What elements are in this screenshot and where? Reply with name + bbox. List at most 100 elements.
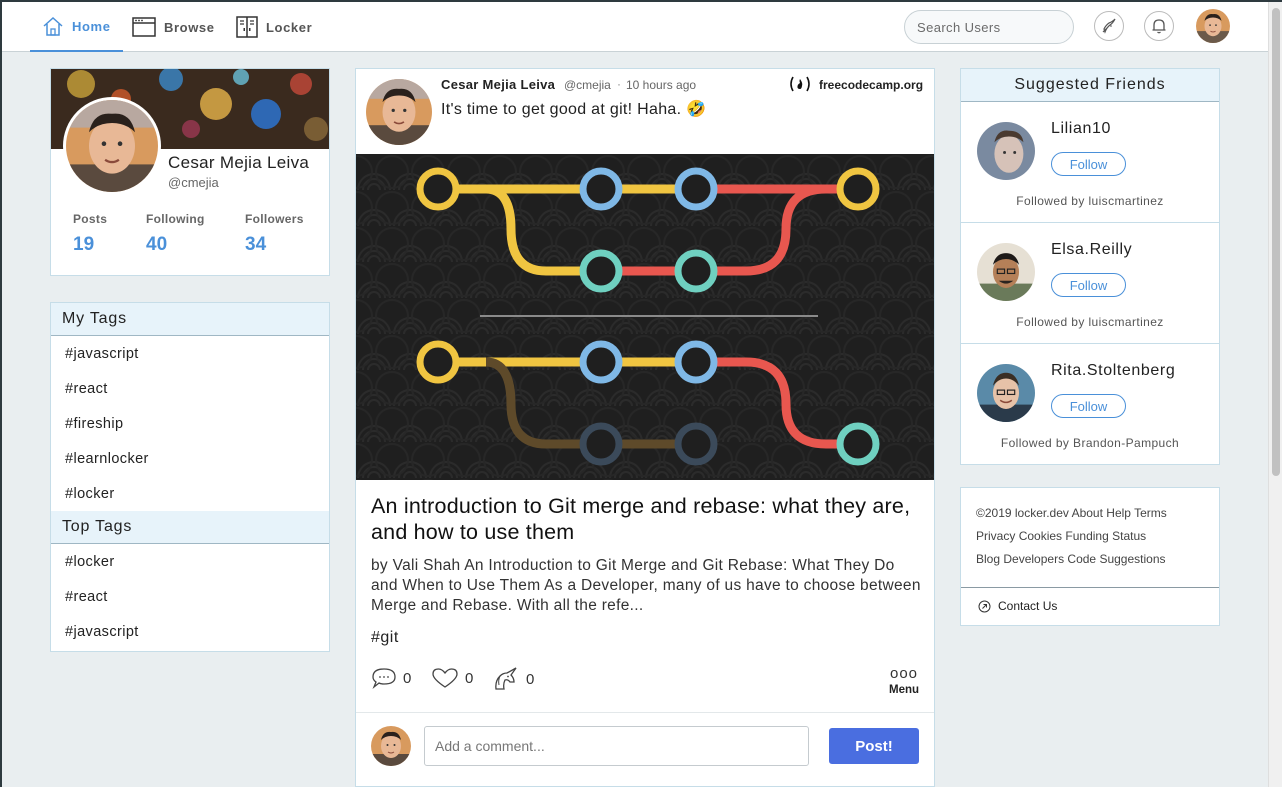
post-meta-separator: ·	[617, 77, 621, 91]
followed-by-text: Followed by luiscmartinez	[1016, 315, 1164, 329]
suggested-friends-card: Suggested Friends Lilian10 Follow Follow…	[960, 68, 1220, 465]
friend-avatar[interactable]	[977, 364, 1035, 422]
friend-avatar-image	[977, 122, 1035, 180]
home-icon	[43, 16, 63, 36]
footer-link-about[interactable]: About	[1072, 506, 1103, 520]
tags-card: My Tags #javascript #react #fireship #le…	[50, 302, 330, 652]
friend-avatar[interactable]	[977, 243, 1035, 301]
footer-link-suggestions[interactable]: Suggestions	[1099, 552, 1165, 566]
my-tag-item[interactable]: #javascript	[51, 336, 329, 371]
locker-icon	[236, 16, 258, 38]
footer-link-help[interactable]: Help	[1106, 506, 1131, 520]
profile-card: Cesar Mejia Leiva @cmejia Posts Followin…	[50, 68, 330, 276]
post-comment-button[interactable]: Post!	[829, 728, 919, 764]
freecodecamp-icon	[790, 76, 810, 92]
stat-following-value[interactable]: 40	[146, 234, 167, 256]
bell-icon	[1152, 19, 1166, 34]
stat-following-label: Following	[146, 212, 205, 226]
commenter-avatar-image	[371, 726, 411, 766]
post-author-name[interactable]: Cesar Mejia Leiva	[441, 77, 555, 92]
nav-locker-label: Locker	[266, 19, 313, 35]
profile-avatar[interactable]	[63, 97, 161, 195]
post-timestamp: 10 hours ago	[626, 78, 697, 92]
suggested-friend: Elsa.Reilly Follow Followed by luiscmart…	[961, 223, 1219, 344]
top-tag-item[interactable]: #javascript	[51, 614, 329, 649]
post-author-avatar-image	[366, 79, 432, 145]
footer-link-status[interactable]: Status	[1112, 529, 1146, 543]
footer-divider	[961, 587, 1219, 588]
post-source-link[interactable]: freecodecamp.org	[819, 78, 923, 92]
browser-window-icon	[132, 17, 156, 37]
my-tag-item[interactable]: #react	[51, 371, 329, 406]
footer-copyright: ©2019 locker.dev	[976, 506, 1069, 520]
follow-button[interactable]: Follow	[1051, 273, 1126, 297]
comment-count: 0	[403, 669, 412, 687]
nav-home-label: Home	[72, 18, 111, 34]
post-menu-button[interactable]: ooo Menu	[884, 665, 924, 696]
footer-links-card: ©2019 locker.dev About Help Terms Privac…	[960, 487, 1220, 626]
footer-link-code[interactable]: Code	[1067, 552, 1096, 566]
profile-name: Cesar Mejia Leiva	[168, 153, 310, 172]
footer-link-privacy[interactable]: Privacy	[976, 529, 1015, 543]
friend-name[interactable]: Rita.Stoltenberg	[1051, 362, 1175, 380]
footer-link-funding[interactable]: Funding	[1065, 529, 1108, 543]
post-menu-label: Menu	[888, 684, 920, 696]
article-description: by Vali Shah An Introduction to Git Merg…	[371, 557, 921, 614]
page-scrollbar[interactable]	[1268, 2, 1282, 787]
footer-link-cookies[interactable]: Cookies	[1019, 529, 1062, 543]
top-tags-heading: Top Tags	[51, 511, 329, 544]
top-tag-item[interactable]: #locker	[51, 544, 329, 579]
friend-avatar[interactable]	[977, 122, 1035, 180]
extension-button[interactable]	[1094, 11, 1124, 41]
my-tag-item[interactable]: #fireship	[51, 406, 329, 441]
unicorn-head-icon	[1102, 18, 1116, 34]
like-count: 0	[465, 669, 474, 687]
nav-home[interactable]: Home	[30, 2, 123, 52]
post-card: Cesar Mejia Leiva @cmejia · 10 hours ago…	[355, 68, 935, 787]
friend-name[interactable]: Elsa.Reilly	[1051, 241, 1132, 259]
post-author-handle[interactable]: @cmejia	[564, 78, 611, 92]
heart-icon	[432, 668, 458, 688]
contact-us-link[interactable]: Contact Us	[978, 599, 1057, 613]
more-dots-icon: ooo	[889, 665, 919, 682]
unicorn-icon	[495, 667, 517, 690]
notifications-button[interactable]	[1144, 11, 1174, 41]
user-avatar-button[interactable]	[1196, 9, 1230, 43]
followed-by-text: Followed by luiscmartinez	[1016, 194, 1164, 208]
post-tag[interactable]: #git	[371, 629, 399, 647]
top-tag-item[interactable]: #react	[51, 579, 329, 614]
follow-button[interactable]: Follow	[1051, 152, 1126, 176]
stat-followers-value[interactable]: 34	[245, 234, 266, 256]
footer-link-developers[interactable]: Developers	[1003, 552, 1064, 566]
article-thumbnail[interactable]	[356, 154, 934, 480]
follow-button[interactable]: Follow	[1051, 394, 1126, 418]
arrow-circle-icon	[978, 600, 991, 612]
my-tag-item[interactable]: #learnlocker	[51, 441, 329, 476]
stat-posts-label: Posts	[73, 212, 108, 226]
window-frame-left	[0, 0, 2, 787]
friend-name[interactable]: Lilian10	[1051, 120, 1111, 138]
footer-link-terms[interactable]: Terms	[1134, 506, 1167, 520]
unicorn-count: 0	[526, 670, 535, 688]
commenter-avatar	[371, 726, 411, 766]
my-tag-item[interactable]: #locker	[51, 476, 329, 511]
stat-posts-value[interactable]: 19	[73, 234, 94, 256]
post-author-avatar[interactable]	[366, 79, 432, 145]
nav-browse[interactable]: Browse	[132, 2, 215, 52]
unicorn-action[interactable]: 0	[492, 666, 534, 692]
search-users-input[interactable]	[904, 10, 1074, 44]
suggested-friend: Rita.Stoltenberg Follow Followed by Bran…	[961, 344, 1219, 465]
article-title[interactable]: An introduction to Git merge and rebase:…	[371, 493, 921, 545]
comment-action[interactable]: 0	[371, 666, 411, 690]
footer-links: ©2019 locker.dev About Help Terms Privac…	[976, 502, 1206, 571]
profile-handle: @cmejia	[168, 175, 219, 190]
scrollbar-thumb[interactable]	[1272, 8, 1280, 476]
stat-followers-label: Followers	[245, 212, 304, 226]
suggested-friend: Lilian10 Follow Followed by luiscmartine…	[961, 102, 1219, 223]
comment-input[interactable]	[424, 726, 809, 766]
nav-browse-label: Browse	[164, 19, 215, 35]
footer-link-blog[interactable]: Blog	[976, 552, 1000, 566]
post-text: It's time to get good at git! Haha. 🤣	[441, 101, 707, 118]
nav-locker[interactable]: Locker	[236, 2, 312, 52]
like-action[interactable]: 0	[431, 666, 473, 690]
